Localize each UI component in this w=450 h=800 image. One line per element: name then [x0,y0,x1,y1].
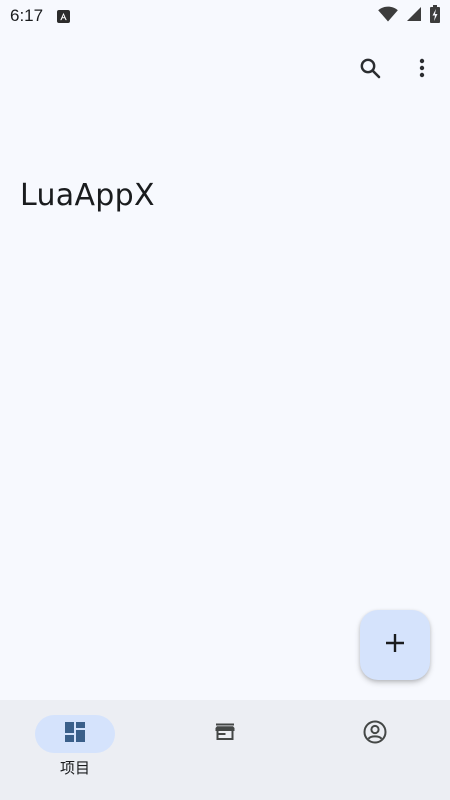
a-badge-icon [57,9,71,23]
dashboard-icon [63,720,87,748]
nav-item-label: 项目 [59,759,90,777]
search-icon[interactable] [350,48,390,88]
wifi-icon [378,6,398,27]
add-icon [384,632,406,658]
bottom-navigation: 项目 [0,700,450,800]
more-vert-icon[interactable] [402,48,442,88]
signal-icon [406,6,422,27]
status-time: 6:17 [10,6,44,25]
add-button[interactable] [360,610,430,680]
nav-indicator [335,715,415,753]
nav-indicator [185,715,265,753]
nav-item-projects[interactable]: 项目 [0,700,150,800]
nav-item-account[interactable] [300,700,450,800]
top-app-bar [0,48,450,92]
nav-active-indicator [35,715,115,753]
page-title: LuaAppX [20,178,155,213]
store-icon [213,720,237,748]
battery-charging-icon [430,4,440,28]
account-circle-icon [362,719,388,749]
status-bar: 6:17 [0,0,450,32]
nav-item-store[interactable] [150,700,300,800]
